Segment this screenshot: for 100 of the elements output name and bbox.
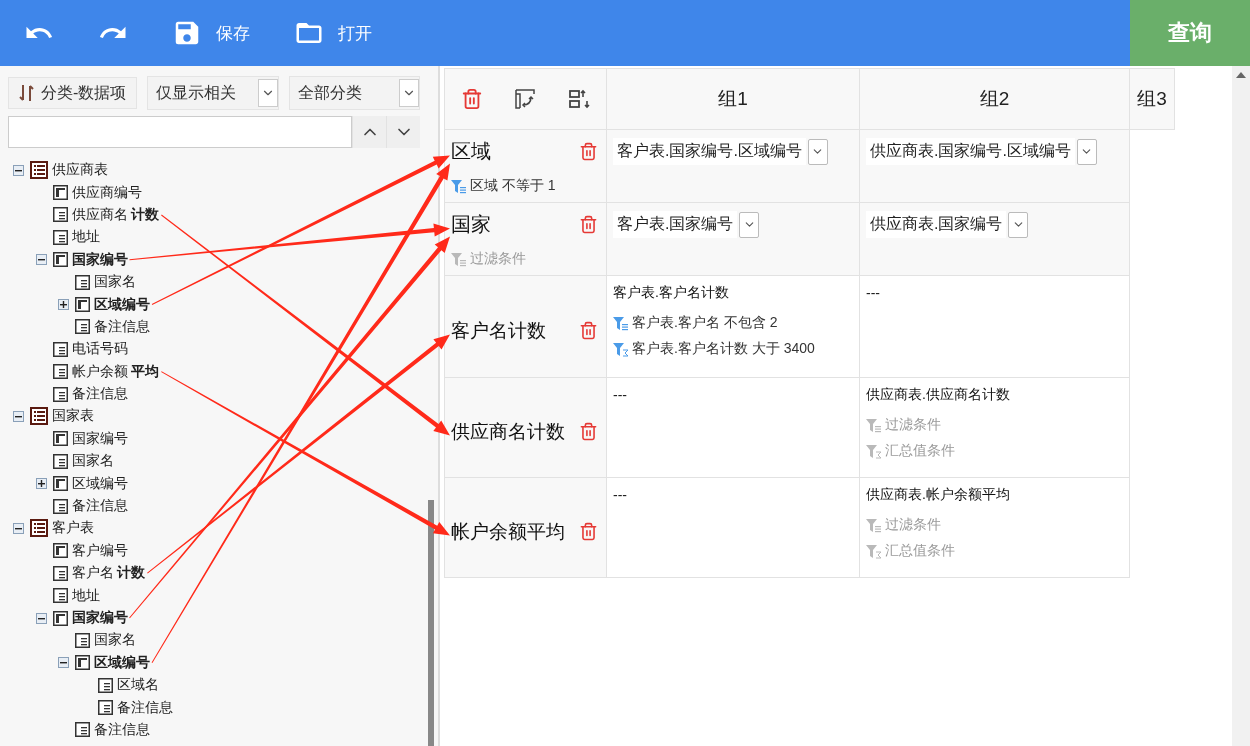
empty-value: --- [613, 487, 627, 503]
field-node[interactable]: 电话号码 [71, 340, 128, 359]
row-field-label: 区域 [451, 139, 491, 164]
row-field-label: 国家 [451, 212, 491, 237]
key-field-icon [52, 252, 68, 268]
group-header: 组3 [1130, 68, 1175, 130]
row-field-label: 供应商名计数 [451, 419, 565, 444]
delete-button[interactable] [579, 321, 598, 340]
plus-icon [60, 301, 67, 309]
field-node[interactable]: 国家名 [71, 452, 114, 471]
expand-toggle[interactable] [58, 299, 69, 311]
field-node[interactable]: 客户名 计数 [71, 564, 146, 583]
delete-button[interactable] [579, 422, 598, 441]
table-icon [30, 161, 48, 180]
field-node[interactable]: 备注信息 [94, 720, 150, 739]
delete-button[interactable] [579, 142, 598, 161]
field-icon [52, 207, 68, 223]
trash-icon [460, 88, 483, 110]
field-node[interactable]: 地址 [71, 586, 100, 605]
field-icon [52, 229, 68, 245]
open-button[interactable]: 打开 [290, 14, 376, 52]
table-icon [30, 519, 48, 538]
search-field[interactable] [8, 116, 352, 148]
key-field-icon [75, 655, 90, 671]
field-icon [75, 319, 90, 335]
field-select[interactable]: 客户表.国家编号.区域编号 [613, 138, 806, 165]
pivot-icon [514, 88, 537, 110]
field-node[interactable]: 备注信息 [71, 385, 128, 404]
expand-toggle[interactable] [13, 164, 24, 176]
category-select[interactable]: 全部分类 [288, 76, 420, 110]
filter-condition[interactable]: 客户表.客户名 不包含 2 [632, 314, 778, 332]
field-node[interactable]: 备注信息 [71, 497, 128, 516]
dropdown-button[interactable] [1008, 211, 1029, 238]
scrollbar-thumb[interactable] [428, 500, 434, 746]
field-node[interactable]: 备注信息 [94, 317, 150, 336]
group-header: 组1 [607, 68, 860, 130]
field-node[interactable]: 区域名 [116, 676, 159, 695]
field-node[interactable]: 国家编号 [71, 429, 128, 448]
field-select[interactable]: 供应商表.国家编号 [866, 211, 1007, 238]
trash-icon [579, 522, 598, 541]
field-node[interactable]: 国家名 [94, 631, 136, 650]
expand-toggle[interactable] [35, 478, 47, 490]
sort-icon [19, 84, 35, 102]
table-node[interactable]: 客户表 [52, 519, 94, 538]
expand-toggle[interactable] [58, 657, 69, 669]
field-icon [75, 274, 90, 290]
dropdown-button[interactable] [739, 211, 760, 238]
category-toggle-button[interactable]: 分类-数据项 [8, 77, 138, 109]
field-node[interactable]: 供应商编号 [71, 183, 142, 202]
table-node[interactable]: 供应商表 [52, 161, 108, 180]
dropdown-button[interactable] [399, 79, 419, 107]
field-node[interactable]: 国家编号 [71, 609, 128, 627]
field-node[interactable]: 区域编号 [71, 474, 128, 493]
key-field-icon [52, 476, 68, 492]
empty-value: --- [613, 387, 627, 403]
key-field-icon [75, 297, 90, 313]
table-icon [30, 407, 48, 426]
trash-icon [579, 142, 598, 161]
sort-icon [568, 88, 591, 110]
field-node[interactable]: 国家编号 [71, 250, 128, 269]
group-header: 组2 [860, 68, 1130, 130]
minus-icon [15, 413, 22, 420]
key-field-icon [52, 431, 68, 447]
trash-icon [579, 321, 598, 340]
field-select[interactable]: 供应商表.国家编号.区域编号 [866, 138, 1075, 165]
field-node[interactable]: 区域编号 [94, 653, 150, 672]
field-node[interactable]: 备注信息 [116, 698, 173, 717]
field-node[interactable]: 国家名 [94, 273, 136, 292]
empty-value: --- [866, 285, 880, 301]
dropdown-button[interactable] [1076, 138, 1097, 165]
field-node[interactable]: 帐户余额 平均 [71, 362, 160, 381]
dropdown-button[interactable] [257, 79, 278, 107]
save-button[interactable]: 保存 [168, 14, 254, 52]
filter-select[interactable]: 仅显示相关 [147, 76, 279, 110]
scroll-up-icon[interactable] [1236, 72, 1246, 78]
field-node[interactable]: 客户编号 [71, 541, 128, 560]
dropdown-button[interactable] [807, 138, 828, 165]
table-node[interactable]: 国家表 [52, 407, 94, 426]
expand-toggle[interactable] [35, 612, 47, 624]
field-icon [52, 498, 68, 514]
field-node[interactable]: 区域编号 [94, 295, 150, 314]
expand-toggle[interactable] [35, 254, 47, 266]
field-icon [75, 632, 90, 648]
filter-condition[interactable]: 区域 不等于 1 [470, 177, 556, 195]
field-node[interactable]: 地址 [71, 228, 100, 247]
measure-title: 客户表.客户名计数 [613, 284, 730, 302]
expand-toggle[interactable] [13, 522, 24, 534]
row-field-label: 帐户余额平均 [451, 519, 565, 544]
delete-button[interactable] [579, 522, 598, 541]
delete-button[interactable] [579, 215, 598, 234]
field-icon [52, 386, 68, 402]
row-field-label: 客户名计数 [451, 318, 546, 343]
measure-title: 供应商表.帐户余额平均 [866, 486, 1011, 504]
trash-icon [579, 422, 598, 441]
filter-condition[interactable]: 客户表.客户名计数 大于 3400 [632, 340, 815, 358]
field-node[interactable]: 供应商名 计数 [71, 205, 160, 224]
expand-toggle[interactable] [13, 411, 24, 422]
field-select[interactable]: 客户表.国家编号 [613, 211, 738, 238]
field-icon [52, 565, 68, 581]
field-icon [97, 677, 113, 693]
